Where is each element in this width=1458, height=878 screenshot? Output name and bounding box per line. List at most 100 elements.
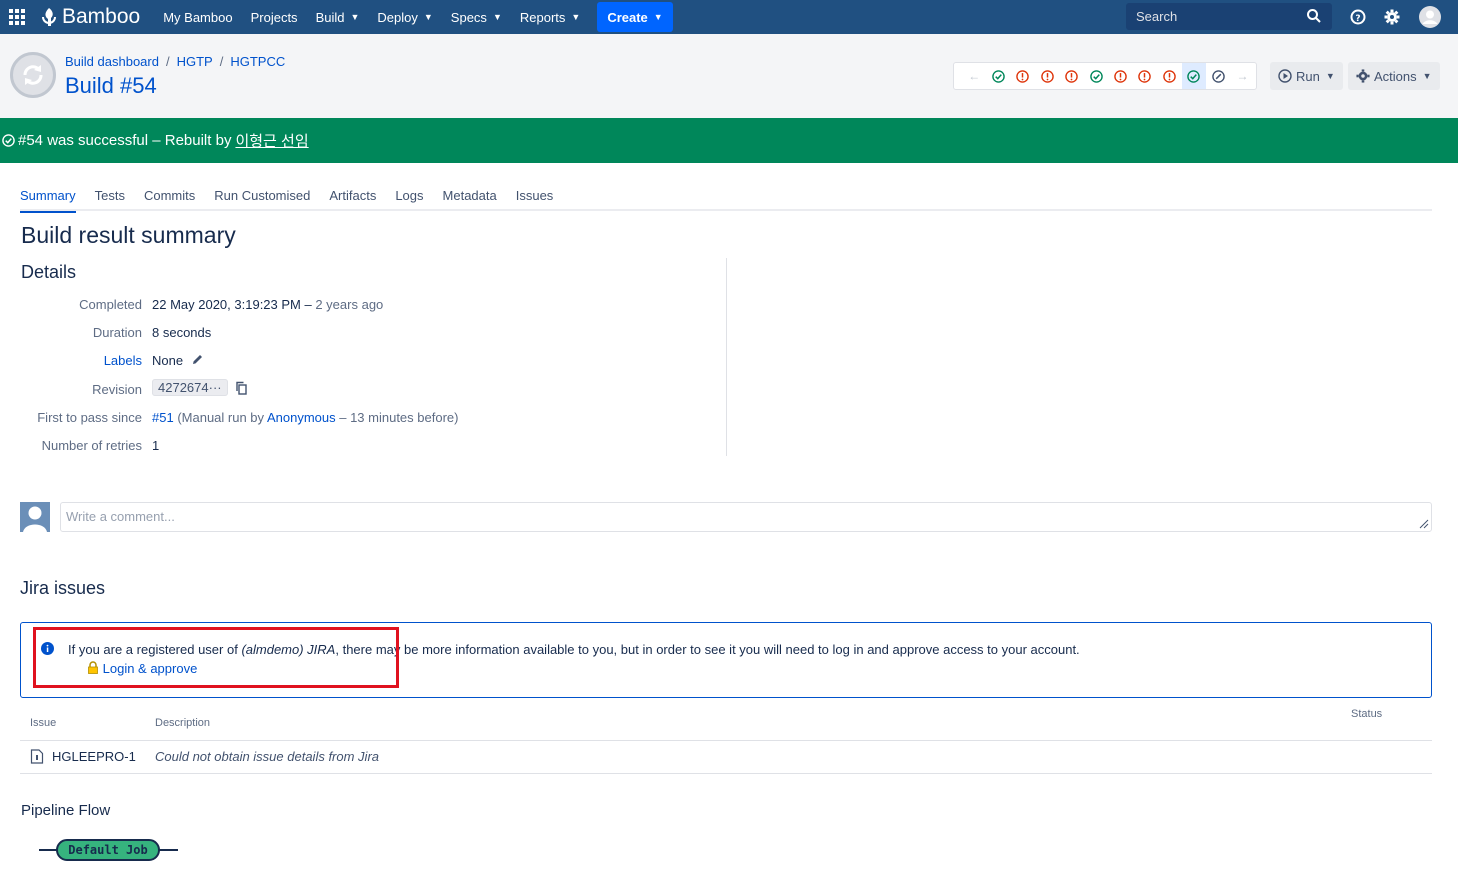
revision-hash[interactable]: 4272674···: [152, 379, 228, 396]
actions-button[interactable]: Actions ▼: [1348, 62, 1440, 90]
build-failed-icon[interactable]: [1133, 63, 1157, 89]
build-failed-icon[interactable]: [1011, 63, 1035, 89]
revision-label: Revision: [92, 382, 142, 397]
tab-summary[interactable]: Summary: [20, 188, 76, 213]
issue-description: Could not obtain issue details from Jira: [155, 749, 380, 764]
completed-label: Completed: [79, 297, 142, 312]
create-label: Create: [607, 9, 648, 25]
nav-label: Build: [315, 9, 345, 25]
completed-date: 22 May 2020, 3:19:23 PM: [152, 297, 301, 312]
play-icon: [1278, 69, 1292, 83]
nav-deploy[interactable]: Deploy ▼: [368, 0, 441, 34]
nav-build[interactable]: Build ▼: [307, 0, 369, 34]
nav-label: Projects: [250, 9, 298, 25]
avatar: [20, 502, 50, 532]
labels-value: None: [152, 353, 204, 368]
pipeline-flow-heading: Pipeline Flow: [21, 802, 111, 819]
tab-metadata[interactable]: Metadata: [443, 188, 497, 211]
nav-projects[interactable]: Projects: [242, 0, 307, 34]
breadcrumb-plan[interactable]: HGTPCC: [230, 54, 285, 69]
tab-artifacts[interactable]: Artifacts: [329, 188, 376, 211]
completed-value: 22 May 2020, 3:19:23 PM – 2 years ago: [152, 297, 384, 312]
first-pass-build-link[interactable]: #51: [152, 410, 174, 425]
nav-reports[interactable]: Reports ▼: [511, 0, 589, 34]
check-circle-icon: [2, 134, 15, 147]
bamboo-logo-icon: [42, 8, 56, 26]
create-button[interactable]: Create ▼: [597, 2, 673, 32]
resize-handle-icon[interactable]: [1419, 519, 1429, 529]
build-tabs: Summary Tests Commits Run Customised Art…: [20, 188, 1432, 213]
previous-arrow-icon[interactable]: ←: [962, 63, 986, 89]
build-success-icon[interactable]: [1181, 63, 1206, 89]
column-header-description: Description: [155, 717, 211, 729]
nav-label: Deploy: [377, 9, 418, 25]
jira-issues-heading: Jira issues: [20, 578, 106, 598]
labels-link[interactable]: Labels: [104, 353, 142, 368]
pipeline-job-node[interactable]: Default Job: [56, 839, 160, 861]
build-success-icon[interactable]: [1084, 63, 1108, 89]
retries-label: Number of retries: [41, 438, 142, 453]
comment-input[interactable]: Write a comment...: [60, 502, 1432, 532]
build-failed-icon[interactable]: [1108, 63, 1132, 89]
user-avatar-icon[interactable]: [1419, 6, 1441, 28]
highlight-annotation-box: [33, 627, 399, 688]
nav-label: Specs: [450, 9, 487, 25]
details-divider: [726, 258, 727, 456]
chevron-down-icon: ▼: [350, 12, 360, 22]
column-header-issue: Issue: [30, 717, 57, 729]
breadcrumb-build-dashboard[interactable]: Build dashboard: [65, 54, 159, 69]
labels-text: None: [152, 353, 184, 368]
build-history-strip: ← →: [953, 62, 1257, 90]
copy-icon[interactable]: [235, 381, 248, 395]
actions-label: Actions: [1374, 68, 1417, 84]
search-icon: [1307, 9, 1321, 23]
duration-value: 8 seconds: [152, 325, 212, 340]
first-pass-label: First to pass since: [37, 410, 142, 425]
tab-issues[interactable]: Issues: [516, 188, 554, 211]
build-failed-icon[interactable]: [1035, 63, 1059, 89]
svg-text:?: ?: [1355, 14, 1360, 24]
summary-heading: Build result summary: [21, 222, 236, 248]
gear-icon[interactable]: [1381, 6, 1403, 28]
pencil-icon[interactable]: [191, 353, 204, 366]
banner-user-link[interactable]: 이형근 선임: [235, 130, 308, 151]
column-header-status: Status: [1351, 708, 1383, 720]
first-pass-text: (Manual run by: [177, 410, 265, 425]
build-failed-icon[interactable]: [1060, 63, 1084, 89]
user-avatar-icon: [23, 506, 47, 532]
tab-commits[interactable]: Commits: [144, 188, 195, 211]
run-button[interactable]: Run ▼: [1270, 62, 1343, 90]
nav-specs[interactable]: Specs ▼: [442, 0, 511, 34]
next-arrow-icon[interactable]: →: [1230, 63, 1254, 89]
nav-label: Reports: [519, 9, 566, 25]
chevron-down-icon: ▼: [423, 12, 433, 22]
chevron-down-icon: ▼: [653, 12, 663, 22]
banner-text: #54 was successful – Rebuilt by: [18, 132, 232, 149]
table-row-divider: [20, 773, 1432, 774]
table-header-divider: [20, 740, 1432, 741]
nav-my-bamboo[interactable]: My Bamboo: [154, 0, 241, 34]
run-label: Run: [1296, 68, 1320, 84]
search-input[interactable]: Search: [1126, 3, 1332, 30]
search-placeholder: Search: [1136, 9, 1178, 24]
app-switcher-icon[interactable]: [0, 0, 34, 34]
chevron-down-icon: ▼: [1422, 71, 1432, 81]
first-pass-user-link[interactable]: Anonymous: [267, 410, 336, 425]
build-success-icon[interactable]: [986, 63, 1010, 89]
build-failed-icon[interactable]: [1157, 63, 1181, 89]
chevron-down-icon: ▼: [492, 12, 502, 22]
help-icon[interactable]: ?: [1347, 6, 1369, 28]
info-text-part: , there may be more information availabl…: [335, 642, 1080, 657]
tab-tests[interactable]: Tests: [95, 188, 125, 211]
revision-value: 4272674···: [152, 379, 248, 396]
issue-key[interactable]: HGLEEPRO-1: [52, 749, 136, 764]
page-title: Build #54: [65, 73, 157, 98]
tab-run-customised[interactable]: Run Customised: [214, 188, 310, 211]
bamboo-logo[interactable]: Bamboo: [40, 5, 140, 29]
tab-logs[interactable]: Logs: [395, 188, 423, 211]
build-unknown-icon[interactable]: [1206, 63, 1230, 89]
duration-label: Duration: [92, 325, 142, 340]
breadcrumb-project[interactable]: HGTP: [177, 54, 213, 69]
comment-placeholder: Write a comment...: [66, 509, 175, 524]
logo-text: Bamboo: [62, 5, 141, 28]
